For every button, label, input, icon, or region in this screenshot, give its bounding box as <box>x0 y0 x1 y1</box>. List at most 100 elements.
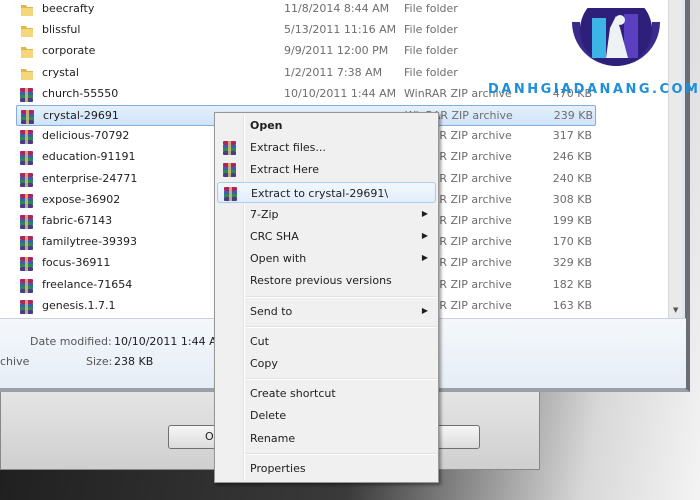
menu-item-copy[interactable]: Copy <box>217 353 436 374</box>
menu-item-label: Create shortcut <box>250 387 336 401</box>
file-date: 10/10/2011 1:44 AM <box>284 86 397 100</box>
winrar-icon <box>19 256 35 272</box>
watermark-logo: DANHGIADANANG.COM <box>488 0 700 104</box>
file-size: 170 KB <box>552 235 592 249</box>
winrar-icon <box>19 87 35 103</box>
file-name: education-91191 <box>42 150 136 164</box>
menu-item-label: 7-Zip <box>250 207 279 221</box>
file-name: blissful <box>42 23 81 37</box>
menu-item-delete[interactable]: Delete <box>217 405 436 426</box>
menu-item-extract-to-crystal-29691[interactable]: Extract to crystal-29691\ <box>217 181 436 203</box>
file-type: File folder <box>404 65 458 79</box>
file-date: 9/9/2011 12:00 PM <box>284 44 389 58</box>
submenu-arrow-icon: ▶ <box>421 305 428 315</box>
menu-item-properties[interactable]: Properties <box>217 458 436 479</box>
menu-item-label: Restore previous versions <box>250 274 392 288</box>
menu-item-create-shortcut[interactable]: Create shortcut <box>217 383 436 404</box>
menu-item-cut[interactable]: Cut <box>217 331 436 352</box>
winrar-icon <box>19 129 35 145</box>
file-size: 329 KB <box>552 256 592 270</box>
winrar-icon <box>19 172 35 188</box>
file-size: 182 KB <box>552 277 592 291</box>
file-size: 317 KB <box>552 129 592 143</box>
menu-item-label: CRC SHA <box>250 230 299 243</box>
scroll-down-arrow-icon[interactable]: ▼ <box>673 306 678 314</box>
ok-button-label: O <box>205 430 214 443</box>
file-name: delicious-70792 <box>42 129 130 143</box>
file-name: expose-36902 <box>42 192 121 206</box>
menu-item-open[interactable]: Open <box>217 115 436 136</box>
file-size: 163 KB <box>552 298 592 312</box>
folder-icon <box>19 23 35 39</box>
menu-item-open-with[interactable]: Open with ▶ <box>217 248 436 269</box>
menu-item-label: Extract Here <box>250 163 319 177</box>
watermark-text: DANHGIADANANG.COM <box>488 82 700 97</box>
context-menu: Open Extract files... Extract Here Extract … <box>214 112 439 483</box>
menu-item-label: Properties <box>250 461 306 475</box>
file-size: 246 KB <box>552 150 592 164</box>
file-name: crystal <box>42 65 79 79</box>
file-size: 240 KB <box>552 171 592 185</box>
menu-item-rename[interactable]: Rename <box>217 428 436 449</box>
folder-icon <box>19 2 35 18</box>
menu-item-send-to[interactable]: Send to ▶ <box>217 301 436 322</box>
winrar-icon <box>223 186 239 202</box>
winrar-icon <box>19 299 35 315</box>
submenu-arrow-icon: ▶ <box>421 253 428 263</box>
menu-item-label: Rename <box>250 431 296 445</box>
menu-separator <box>246 378 436 381</box>
winrar-icon <box>222 162 238 178</box>
file-date: 1/2/2011 7:38 AM <box>284 65 383 79</box>
date-modified-label: Date modified: <box>30 335 112 348</box>
file-name: familytree-39393 <box>42 235 138 249</box>
file-type: File folder <box>404 44 458 58</box>
file-name: beecrafty <box>42 2 95 15</box>
menu-item-7-zip[interactable]: 7-Zip ▶ <box>217 204 436 225</box>
menu-item-label: Send to <box>250 304 293 318</box>
menu-item-crc-sha[interactable]: CRC SHA ▶ <box>217 226 436 247</box>
watermark-emblem-icon <box>572 0 660 66</box>
menu-item-label: Extract files... <box>250 141 326 155</box>
size-value: 238 KB <box>114 355 154 368</box>
winrar-icon <box>222 140 238 156</box>
menu-separator <box>246 452 436 455</box>
date-modified-value: 10/10/2011 1:44 AM <box>114 335 227 348</box>
file-size: 239 KB <box>553 109 593 122</box>
file-date: 5/13/2011 11:16 AM <box>284 23 397 37</box>
file-name: focus-36911 <box>42 256 111 270</box>
folder-icon <box>19 44 35 60</box>
folder-icon <box>19 66 35 82</box>
size-label: Size: <box>86 355 113 368</box>
menu-item-label: Extract to crystal-29691\ <box>251 186 389 200</box>
file-name: fabric-67143 <box>42 214 113 227</box>
file-name: genesis.1.7.1 <box>42 298 116 312</box>
file-type: File folder <box>404 2 458 15</box>
file-type: File folder <box>404 23 458 37</box>
submenu-arrow-icon: ▶ <box>421 231 428 240</box>
file-date: 11/8/2014 8:44 AM <box>284 2 390 15</box>
menu-separator <box>246 325 436 328</box>
menu-item-label: Open with <box>250 252 307 266</box>
winrar-icon <box>19 214 35 230</box>
winrar-icon <box>20 109 36 125</box>
menu-item-label: Copy <box>250 357 278 370</box>
winrar-icon <box>19 278 35 294</box>
menu-item-label: Cut <box>250 334 269 348</box>
file-name: freelance-71654 <box>42 277 133 291</box>
file-name: enterprise-24771 <box>42 171 138 185</box>
menu-separator <box>246 295 436 298</box>
file-name: crystal-29691 <box>43 109 119 122</box>
winrar-icon <box>19 193 35 209</box>
file-name: church-55550 <box>42 86 119 100</box>
winrar-icon <box>19 235 35 251</box>
menu-item-label: Open <box>250 119 283 132</box>
file-size: 308 KB <box>552 192 592 206</box>
menu-item-label: Delete <box>250 409 287 423</box>
menu-item-extract-files[interactable]: Extract files... <box>217 137 436 158</box>
menu-item-restore-previous-versions[interactable]: Restore previous versions <box>217 270 436 291</box>
file-name: corporate <box>42 44 96 58</box>
menu-item-extract-here[interactable]: Extract Here <box>217 159 436 180</box>
file-size: 199 KB <box>552 214 592 227</box>
winrar-icon <box>19 150 35 166</box>
file-type-partial: chive <box>0 355 30 368</box>
